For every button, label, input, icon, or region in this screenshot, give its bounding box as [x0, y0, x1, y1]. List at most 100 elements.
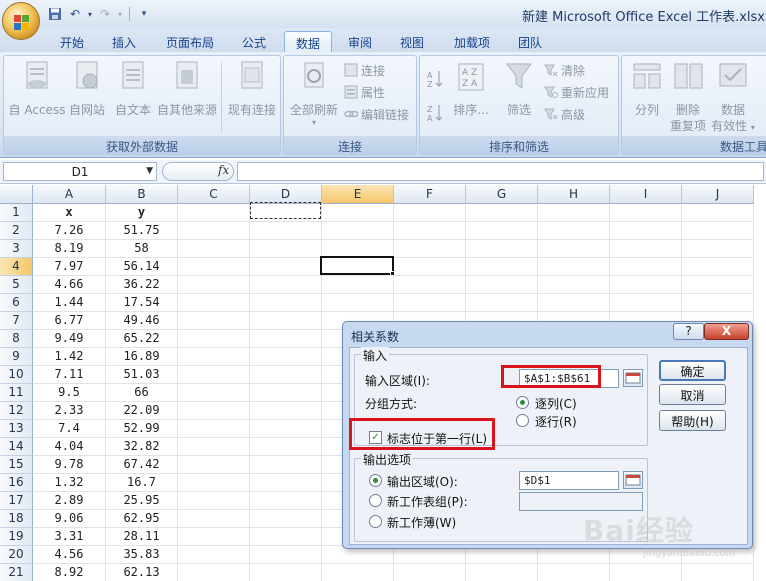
from-text-button[interactable]: 自文本	[110, 60, 156, 118]
from-other-sources-button[interactable]: 自其他来源	[154, 60, 220, 118]
cell-h4[interactable]	[538, 258, 610, 276]
redo-dropdown-icon[interactable]: ▾	[116, 5, 124, 23]
cell-h5[interactable]	[538, 276, 610, 294]
cell-e2[interactable]	[322, 222, 394, 240]
column-header-e[interactable]: E	[322, 185, 394, 204]
cell-d10[interactable]	[250, 366, 322, 384]
row-header[interactable]: 11	[0, 384, 33, 402]
tab-formulas[interactable]: 公式	[234, 31, 274, 52]
cell-f2[interactable]	[394, 222, 466, 240]
cell-h2[interactable]	[538, 222, 610, 240]
cell-j2[interactable]	[682, 222, 754, 240]
cell-c3[interactable]	[178, 240, 250, 258]
existing-connections-button[interactable]: 现有连接	[224, 60, 280, 118]
output-range-radio[interactable]	[369, 474, 382, 487]
cell-j6[interactable]	[682, 294, 754, 312]
row-header[interactable]: 2	[0, 222, 33, 240]
cell-b18[interactable]: 62.95	[106, 510, 178, 528]
new-sheet-label[interactable]: 新工作表组(P):	[387, 493, 468, 510]
customize-toolbar-icon[interactable]: ▾	[135, 5, 153, 23]
cell-d21[interactable]	[250, 564, 322, 581]
cell-i6[interactable]	[610, 294, 682, 312]
cell-b6[interactable]: 17.54	[106, 294, 178, 312]
cell-a15[interactable]: 9.78	[33, 456, 106, 474]
cell-b20[interactable]: 35.83	[106, 546, 178, 564]
cell-b15[interactable]: 67.42	[106, 456, 178, 474]
by-column-radio[interactable]	[516, 396, 529, 409]
output-range-label[interactable]: 输出区域(O):	[387, 473, 458, 490]
row-header[interactable]: 4	[0, 258, 33, 276]
row-header[interactable]: 9	[0, 348, 33, 366]
cell-d13[interactable]	[250, 420, 322, 438]
row-header[interactable]: 15	[0, 456, 33, 474]
cell-d3[interactable]	[250, 240, 322, 258]
cell-c13[interactable]	[178, 420, 250, 438]
cell-a10[interactable]: 7.11	[33, 366, 106, 384]
cell-a8[interactable]: 9.49	[33, 330, 106, 348]
cell-a14[interactable]: 4.04	[33, 438, 106, 456]
by-column-label[interactable]: 逐列(C)	[535, 395, 577, 412]
cell-b14[interactable]: 32.82	[106, 438, 178, 456]
cell-h6[interactable]	[538, 294, 610, 312]
cell-b13[interactable]: 52.99	[106, 420, 178, 438]
cell-g6[interactable]	[466, 294, 538, 312]
cell-d6[interactable]	[250, 294, 322, 312]
cell-d16[interactable]	[250, 474, 322, 492]
cell-a6[interactable]: 1.44	[33, 294, 106, 312]
refresh-dropdown-icon[interactable]: ▾	[286, 118, 342, 128]
data-validation-button[interactable]: 数据 有效性 ▾	[710, 60, 756, 136]
cell-d20[interactable]	[250, 546, 322, 564]
connections-button[interactable]: 连接	[344, 61, 385, 79]
tab-team[interactable]: 团队	[510, 31, 550, 52]
cell-d9[interactable]	[250, 348, 322, 366]
cell-c18[interactable]	[178, 510, 250, 528]
cell-c10[interactable]	[178, 366, 250, 384]
cell-b7[interactable]: 49.46	[106, 312, 178, 330]
column-header-c[interactable]: C	[178, 185, 250, 204]
cell-j4[interactable]	[682, 258, 754, 276]
tab-view[interactable]: 视图	[392, 31, 432, 52]
name-box-dropdown-icon[interactable]: ▼	[146, 166, 153, 176]
save-icon[interactable]	[46, 5, 64, 23]
cell-b1[interactable]: y	[106, 204, 178, 222]
cell-b21[interactable]: 62.13	[106, 564, 178, 581]
reapply-button[interactable]: 重新应用	[544, 83, 609, 101]
clear-filter-button[interactable]: 清除	[544, 61, 585, 79]
row-header[interactable]: 6	[0, 294, 33, 312]
cell-a12[interactable]: 2.33	[33, 402, 106, 420]
row-header[interactable]: 20	[0, 546, 33, 564]
cell-d14[interactable]	[250, 438, 322, 456]
cell-c9[interactable]	[178, 348, 250, 366]
cell-b17[interactable]: 25.95	[106, 492, 178, 510]
cell-b8[interactable]: 65.22	[106, 330, 178, 348]
column-header-f[interactable]: F	[394, 185, 466, 204]
tab-page-layout[interactable]: 页面布局	[158, 31, 222, 52]
new-sheet-radio[interactable]	[369, 494, 382, 507]
cell-c20[interactable]	[178, 546, 250, 564]
dialog-help-icon[interactable]: ?	[673, 323, 704, 340]
cell-f3[interactable]	[394, 240, 466, 258]
cell-f1[interactable]	[394, 204, 466, 222]
cell-b2[interactable]: 51.75	[106, 222, 178, 240]
cell-g3[interactable]	[466, 240, 538, 258]
cell-d5[interactable]	[250, 276, 322, 294]
cell-a11[interactable]: 9.5	[33, 384, 106, 402]
cell-a21[interactable]: 8.92	[33, 564, 106, 581]
undo-dropdown-icon[interactable]: ▾	[86, 5, 94, 23]
remove-duplicates-button[interactable]: 删除 重复项	[668, 60, 708, 134]
cell-f5[interactable]	[394, 276, 466, 294]
cell-e6[interactable]	[322, 294, 394, 312]
row-header[interactable]: 10	[0, 366, 33, 384]
from-web-button[interactable]: 自网站	[64, 60, 110, 118]
cell-f6[interactable]	[394, 294, 466, 312]
cell-c16[interactable]	[178, 474, 250, 492]
cell-i2[interactable]	[610, 222, 682, 240]
tab-insert[interactable]: 插入	[104, 31, 144, 52]
cell-d12[interactable]	[250, 402, 322, 420]
refresh-all-button[interactable]: 全部刷新 ▾	[286, 60, 342, 128]
cell-a9[interactable]: 1.42	[33, 348, 106, 366]
cell-a7[interactable]: 6.77	[33, 312, 106, 330]
output-range-collapse-button[interactable]	[623, 471, 643, 489]
cell-c6[interactable]	[178, 294, 250, 312]
tab-review[interactable]: 审阅	[340, 31, 380, 52]
